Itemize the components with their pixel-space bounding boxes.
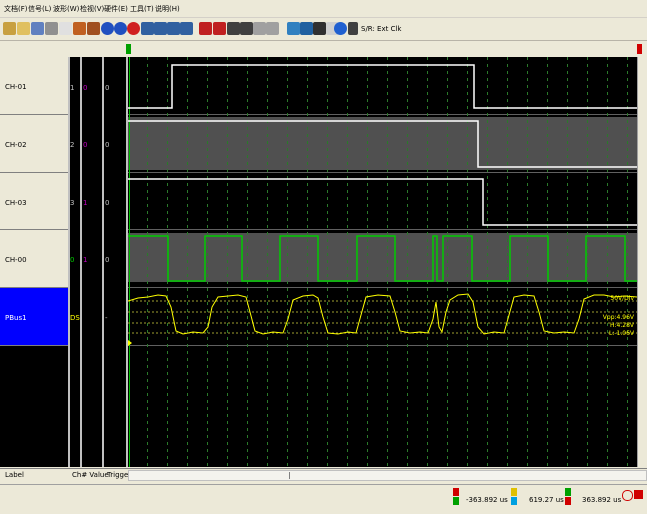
cursor-b-value: 619.27 us	[529, 496, 564, 504]
cursor-c-value: 363.892 us	[582, 496, 622, 504]
horizontal-scrollbar[interactable]	[128, 470, 647, 481]
channel-number-column: 1 2 3 0 DSO	[70, 57, 85, 467]
trigger-value[interactable]: -	[105, 314, 108, 322]
channel-label: CH-03	[5, 199, 27, 207]
save-icon[interactable]	[31, 22, 44, 35]
ch01-wave	[128, 64, 637, 109]
bus-label: PBus1	[5, 314, 27, 322]
waveform-display[interactable]: 50V/Div Vpp:4.96V H:4.28V L:-1.06V	[127, 57, 638, 467]
probe-icon[interactable]	[3, 22, 16, 35]
cursor-b-badge	[511, 488, 517, 496]
toolbar: S/R: Ext Clk	[0, 18, 647, 41]
chvalue-column-header[interactable]: Ch# Value	[72, 471, 109, 479]
label-column-header[interactable]: Label	[5, 471, 24, 479]
grid-icon[interactable]	[253, 22, 266, 35]
menu-hardware[interactable]: 硬件(E)	[104, 3, 128, 15]
menu-signal[interactable]: 信号(L)	[28, 3, 51, 15]
cursor-c-badge-lower	[565, 497, 571, 505]
channel-number: 2	[70, 141, 75, 149]
trigger-value[interactable]: 0	[105, 199, 109, 207]
cursor-c-badge	[565, 488, 571, 496]
copy-icon[interactable]	[59, 22, 72, 35]
channel-label: CH-00	[5, 256, 27, 264]
dso-high: H:4.28V	[610, 322, 635, 329]
cursor-a-badge-lower	[453, 497, 459, 505]
trigger-icon[interactable]	[199, 22, 212, 35]
dso-low: L:-1.06V	[609, 330, 635, 337]
status-bar: -363.892 us 619.27 us 363.892 us	[0, 484, 647, 514]
channel-label-row[interactable]: CH-01	[0, 57, 68, 115]
dso-vpp: Vpp:4.96V	[603, 314, 635, 321]
channel-number: 1	[70, 84, 75, 92]
record-indicator-icon	[634, 490, 643, 499]
signal-icon[interactable]	[213, 22, 226, 35]
trigger-column: 0 0 0 0 -	[104, 57, 126, 467]
trigger-value[interactable]: 0	[105, 256, 109, 264]
halt-icon[interactable]	[127, 22, 140, 35]
menu-file[interactable]: 文档(F)	[4, 3, 28, 15]
menu-tools[interactable]: 工具(T)	[130, 3, 154, 15]
bus-label-row[interactable]: PBus1	[0, 288, 68, 346]
clock-icon[interactable]	[622, 490, 633, 501]
search-next-icon[interactable]	[180, 22, 193, 35]
waveform-svg: 50V/Div Vpp:4.96V H:4.28V L:-1.06V	[127, 57, 638, 467]
channel-label: CH-02	[5, 141, 27, 149]
settings-icon[interactable]	[227, 22, 240, 35]
refresh-icon[interactable]	[287, 22, 300, 35]
sample-rate-status: S/R: Ext Clk	[361, 25, 402, 33]
ch02-fill	[128, 117, 637, 170]
table-icon[interactable]	[313, 22, 326, 35]
channel-number: 0	[70, 256, 75, 264]
channel-label-row[interactable]: CH-03	[0, 173, 68, 230]
run-icon[interactable]	[114, 22, 127, 35]
gear-icon[interactable]	[240, 22, 253, 35]
ch03-wave	[128, 178, 637, 226]
stop-icon[interactable]	[73, 22, 86, 35]
play-icon[interactable]	[101, 22, 114, 35]
zoom-in-icon[interactable]	[141, 22, 154, 35]
print-icon[interactable]	[45, 22, 58, 35]
zoom-out-icon[interactable]	[154, 22, 167, 35]
menu-waveform[interactable]: 波形(W)	[53, 3, 79, 15]
list-icon[interactable]	[266, 22, 279, 35]
cursor-b-badge-lower	[511, 497, 517, 505]
channel-label: CH-01	[5, 83, 27, 91]
window-icon[interactable]	[300, 22, 313, 35]
value-column: 0 0 1 1	[82, 57, 102, 467]
label-panel: CH-01 CH-02 CH-03 CH-00 PBus1	[0, 57, 68, 467]
search-icon[interactable]	[167, 22, 180, 35]
info-icon[interactable]	[334, 22, 347, 35]
channel-value: 0	[83, 84, 88, 92]
cursor-b-marker[interactable]	[637, 44, 642, 54]
time-ruler[interactable]	[0, 41, 647, 57]
record-icon[interactable]	[87, 22, 100, 35]
trigger-value[interactable]: 0	[105, 141, 109, 149]
channel-number: 3	[70, 199, 75, 207]
sampling-icon	[348, 22, 358, 35]
channel-value: 0	[83, 141, 88, 149]
channel-value: 1	[83, 256, 88, 264]
cursor-a-badge	[453, 488, 459, 496]
vertical-scrollbar[interactable]	[637, 57, 647, 467]
scroll-thumb[interactable]	[289, 472, 300, 479]
menu-view[interactable]: 检视(V)	[80, 3, 104, 15]
channel-value: 1	[83, 199, 88, 207]
dso-wave	[127, 293, 638, 335]
dso-scale: 50V/Div	[610, 295, 634, 302]
open-icon[interactable]	[17, 22, 30, 35]
label-empty-area	[0, 346, 68, 467]
channel-label-row[interactable]: CH-02	[0, 115, 68, 173]
cursor-a-marker[interactable]	[126, 44, 131, 54]
menu-bar: 文档(F) 信号(L) 波形(W) 检视(V) 硬件(E) 工具(T) 说明(H…	[0, 0, 647, 18]
cursor-a-value: -363.892 us	[466, 496, 508, 504]
channel-label-row[interactable]: CH-00	[0, 230, 68, 288]
menu-help[interactable]: 说明(H)	[155, 3, 180, 15]
dso-reference-lines	[128, 300, 637, 334]
trigger-value[interactable]: 0	[105, 84, 109, 92]
